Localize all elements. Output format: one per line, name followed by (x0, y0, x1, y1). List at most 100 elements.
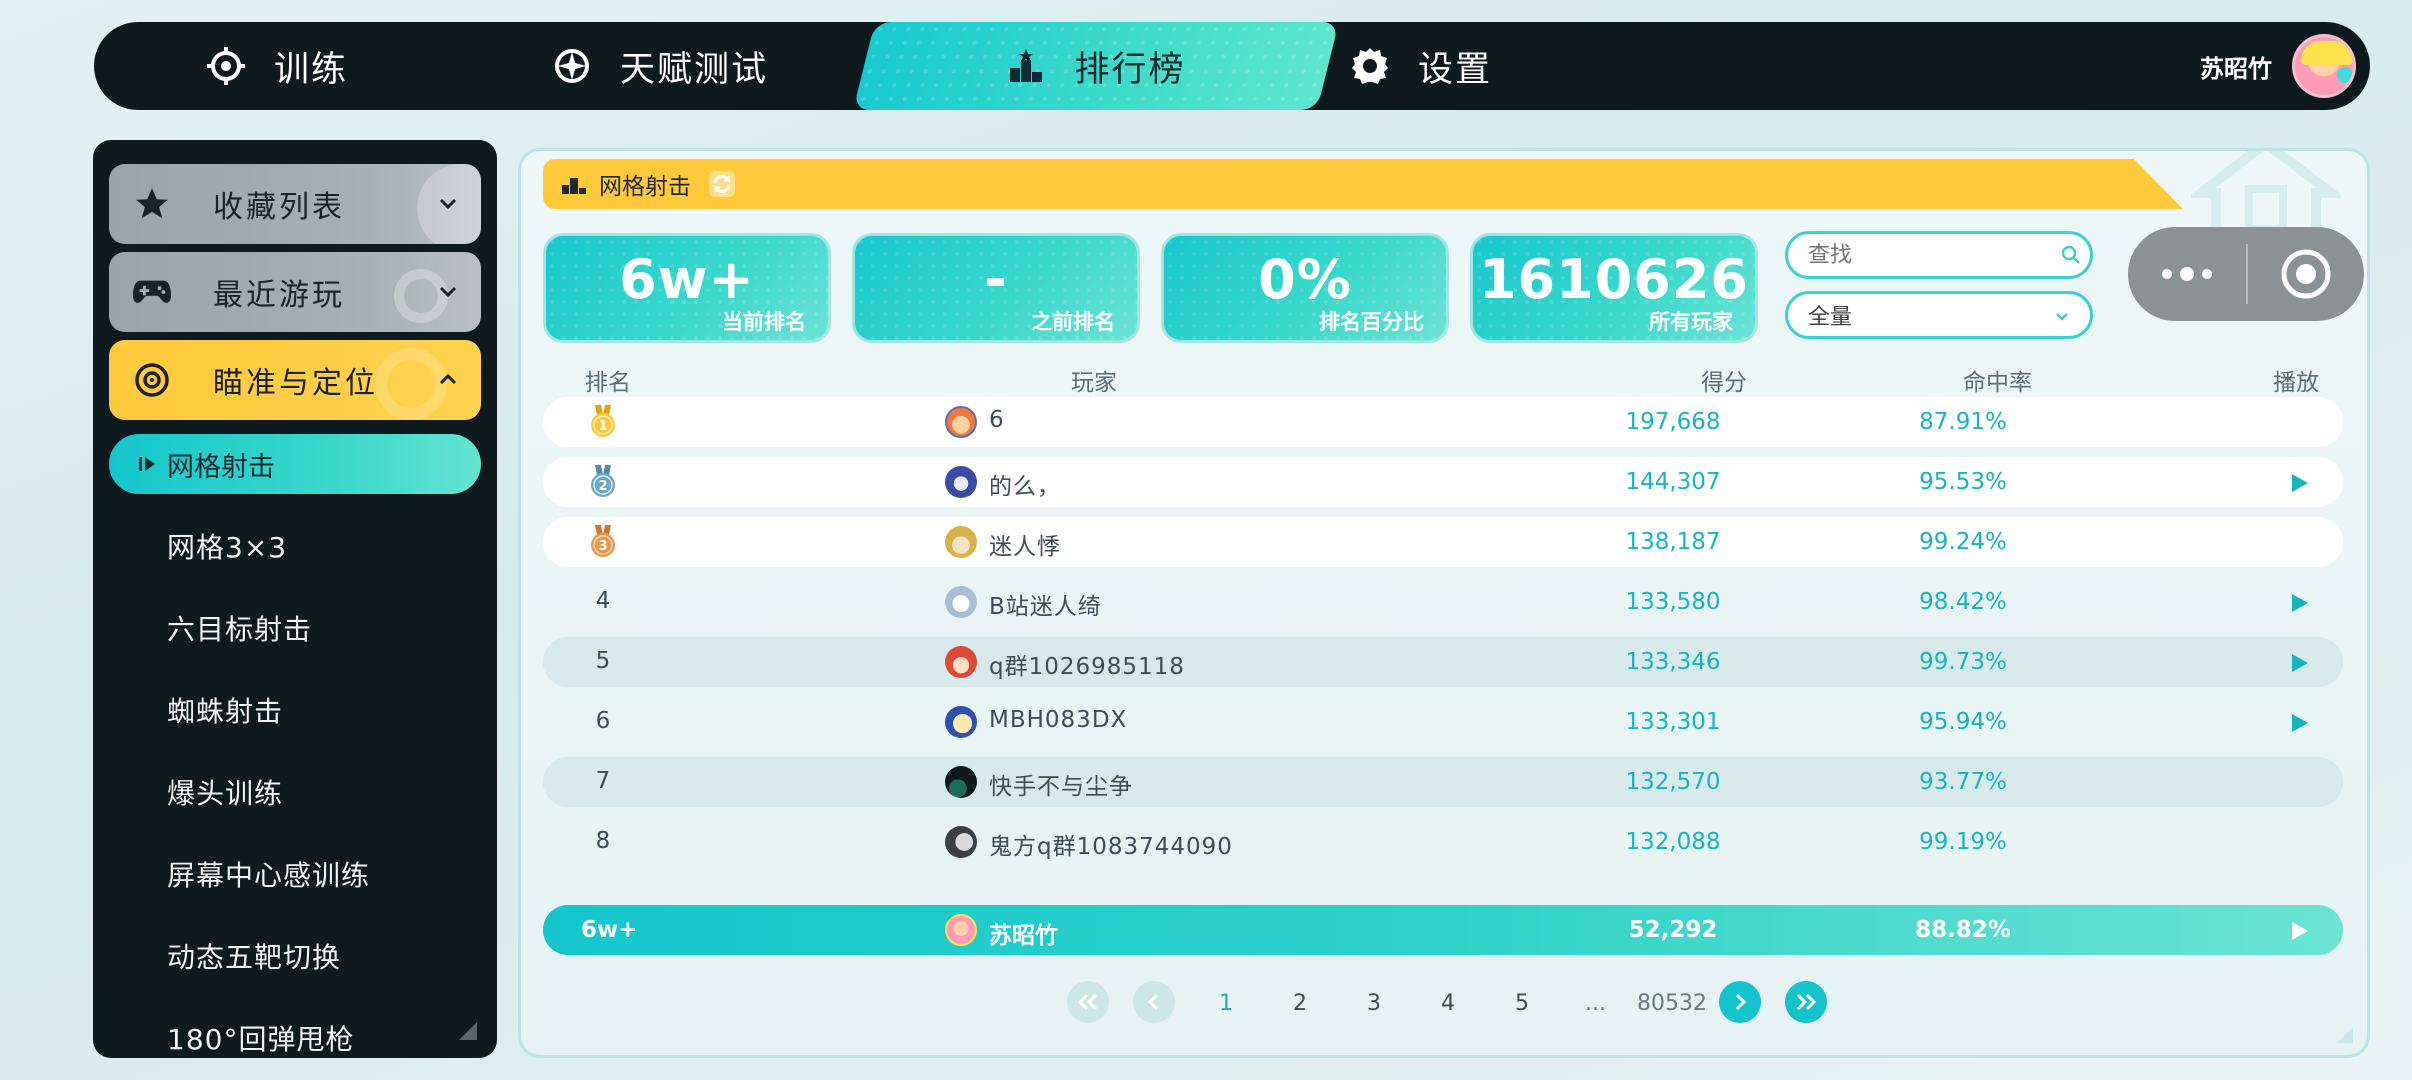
player-score: 197,668 (1625, 409, 1721, 435)
close-miniprogram-button[interactable] (2248, 227, 2364, 321)
table-row[interactable]: 6 MBH083DX 133,301 95.94% (543, 697, 2343, 747)
player-avatar (945, 406, 977, 438)
avatar[interactable] (2292, 34, 2356, 98)
filter-select[interactable]: 全量 (1785, 291, 2093, 339)
crosshair-icon (206, 46, 246, 86)
sidebar-category-favorites[interactable]: 收藏列表 (109, 164, 481, 244)
miniprogram-capsule (2128, 227, 2364, 321)
resize-handle[interactable] (459, 1022, 477, 1040)
category-label: 收藏列表 (213, 190, 345, 225)
replay-play-icon[interactable] (2291, 593, 2309, 613)
sidebar-category-recent[interactable]: 最近游玩 (109, 252, 481, 332)
filter-value: 全量 (1808, 305, 1853, 330)
my-accuracy: 88.82% (1915, 917, 2011, 943)
search-input[interactable] (1785, 231, 2093, 279)
player-score: 133,346 (1625, 649, 1721, 675)
page-number[interactable]: 2 (1293, 991, 1307, 1016)
table-row[interactable]: 1 6 197,668 87.91% (543, 397, 2343, 447)
replay-play-icon[interactable] (2291, 473, 2309, 493)
replay-play-icon[interactable] (2291, 921, 2309, 941)
player-score: 132,570 (1625, 769, 1721, 795)
category-label: 最近游玩 (213, 278, 345, 313)
my-rank-row[interactable]: 6w+ 苏昭竹 52,292 88.82% (543, 905, 2343, 955)
page-number[interactable]: 5 (1515, 991, 1529, 1016)
sidebar-item-label: 网格射击 (167, 451, 275, 483)
player-score: 144,307 (1625, 469, 1721, 495)
table-row[interactable]: 2 的么， 144,307 95.53% (543, 457, 2343, 507)
col-player: 玩家 (1071, 370, 1117, 396)
table-row[interactable]: 7 快手不与尘争 132,570 93.77% (543, 757, 2343, 807)
player-accuracy: 95.53% (1919, 469, 2007, 495)
player-accuracy: 87.91% (1919, 409, 2007, 435)
tab-settings[interactable]: 设置 (1350, 22, 1492, 110)
stat-value: 0% (1258, 248, 1352, 311)
svg-text:3: 3 (598, 539, 607, 554)
sidebar-item-grid-shot[interactable]: 网格射击 (109, 434, 481, 494)
chevron-down-icon (439, 198, 457, 210)
star-icon (133, 185, 171, 223)
player-rank: 4 (595, 588, 611, 614)
page-number[interactable]: 1 (1219, 991, 1233, 1016)
sidebar-item[interactable]: 蜘蛛射击 (167, 690, 283, 730)
replay-play-icon[interactable] (2291, 653, 2309, 673)
player-rank: 6 (595, 708, 611, 734)
sidebar-item[interactable]: 六目标射击 (167, 608, 312, 648)
player-accuracy: 98.42% (1919, 589, 2007, 615)
leaderboard-title-bar: 网格射击 (543, 159, 2183, 209)
player-rank: 8 (595, 828, 611, 854)
player-avatar (945, 586, 977, 618)
table-row[interactable]: 8 鬼方q群1083744090 132,088 99.19% (543, 817, 2343, 867)
table-row[interactable]: 4 B站迷人绮 133,580 98.42% (543, 577, 2343, 627)
user-profile[interactable]: 苏昭竹 (2200, 22, 2356, 110)
page-number[interactable]: 3 (1367, 991, 1381, 1016)
first-page-button[interactable] (1067, 981, 1109, 1023)
chevron-left-icon (1147, 993, 1159, 1011)
sidebar-item[interactable]: 180°回弹甩枪 (167, 1018, 354, 1058)
sidebar-item[interactable]: 动态五靶切换 (167, 936, 341, 976)
category-label: 瞄准与定位 (213, 366, 378, 401)
player-accuracy: 93.77% (1919, 769, 2007, 795)
table-row[interactable]: 5 q群1026985118 133,346 99.73% (543, 637, 2343, 687)
more-button[interactable] (2128, 227, 2246, 321)
more-icon (2162, 267, 2212, 281)
player-accuracy: 95.94% (1919, 709, 2007, 735)
page-number[interactable]: 4 (1441, 991, 1455, 1016)
page-ellipsis: ... (1585, 991, 1606, 1016)
sidebar-item[interactable]: 屏幕中心感训练 (167, 854, 370, 894)
stat-caption: 所有玩家 (1649, 310, 1733, 334)
player-score: 133,301 (1625, 709, 1721, 735)
player-name: B站迷人绮 (989, 594, 1102, 620)
sidebar-category-aim[interactable]: 瞄准与定位 (109, 340, 481, 420)
resize-handle[interactable] (2337, 1027, 2353, 1043)
stat-total-players: 1610626 所有玩家 (1470, 233, 1758, 343)
col-replay: 播放 (2273, 370, 2319, 396)
stat-value: 6w+ (619, 248, 755, 311)
player-avatar (945, 766, 977, 798)
leaderboard-title: 网格射击 (599, 174, 691, 200)
sidebar-item[interactable]: 网格3×3 (167, 526, 287, 566)
prev-page-button[interactable] (1133, 981, 1175, 1023)
tab-leaderboard[interactable]: 排行榜 (864, 22, 1328, 110)
page-number-last[interactable]: 80532 (1637, 991, 1707, 1016)
last-page-button[interactable] (1785, 981, 1827, 1023)
player-name: 6 (989, 407, 1005, 433)
tab-talent-test[interactable]: 天赋测试 (552, 22, 768, 110)
gamepad-icon (133, 273, 171, 311)
player-name: q群1026985118 (989, 654, 1185, 680)
table-row[interactable]: 3 迷人悸 138,187 99.24% (543, 517, 2343, 567)
sidebar-item[interactable]: 爆头训练 (167, 772, 283, 812)
tab-training[interactable]: 训练 (206, 22, 348, 110)
player-score: 133,580 (1625, 589, 1721, 615)
player-accuracy: 99.19% (1919, 829, 2007, 855)
replay-play-icon[interactable] (2291, 713, 2309, 733)
pagination: 1 2 3 4 5 ... 80532 (521, 981, 2367, 1025)
stat-rank-percentile: 0% 排名百分比 (1161, 233, 1449, 343)
player-avatar (945, 526, 977, 558)
col-score: 得分 (1701, 370, 1747, 396)
search-icon[interactable] (2061, 245, 2081, 265)
record-icon (2281, 249, 2331, 299)
player-score: 132,088 (1625, 829, 1721, 855)
next-page-button[interactable] (1719, 981, 1761, 1023)
refresh-icon[interactable] (709, 171, 735, 197)
col-accuracy: 命中率 (1963, 370, 2032, 396)
